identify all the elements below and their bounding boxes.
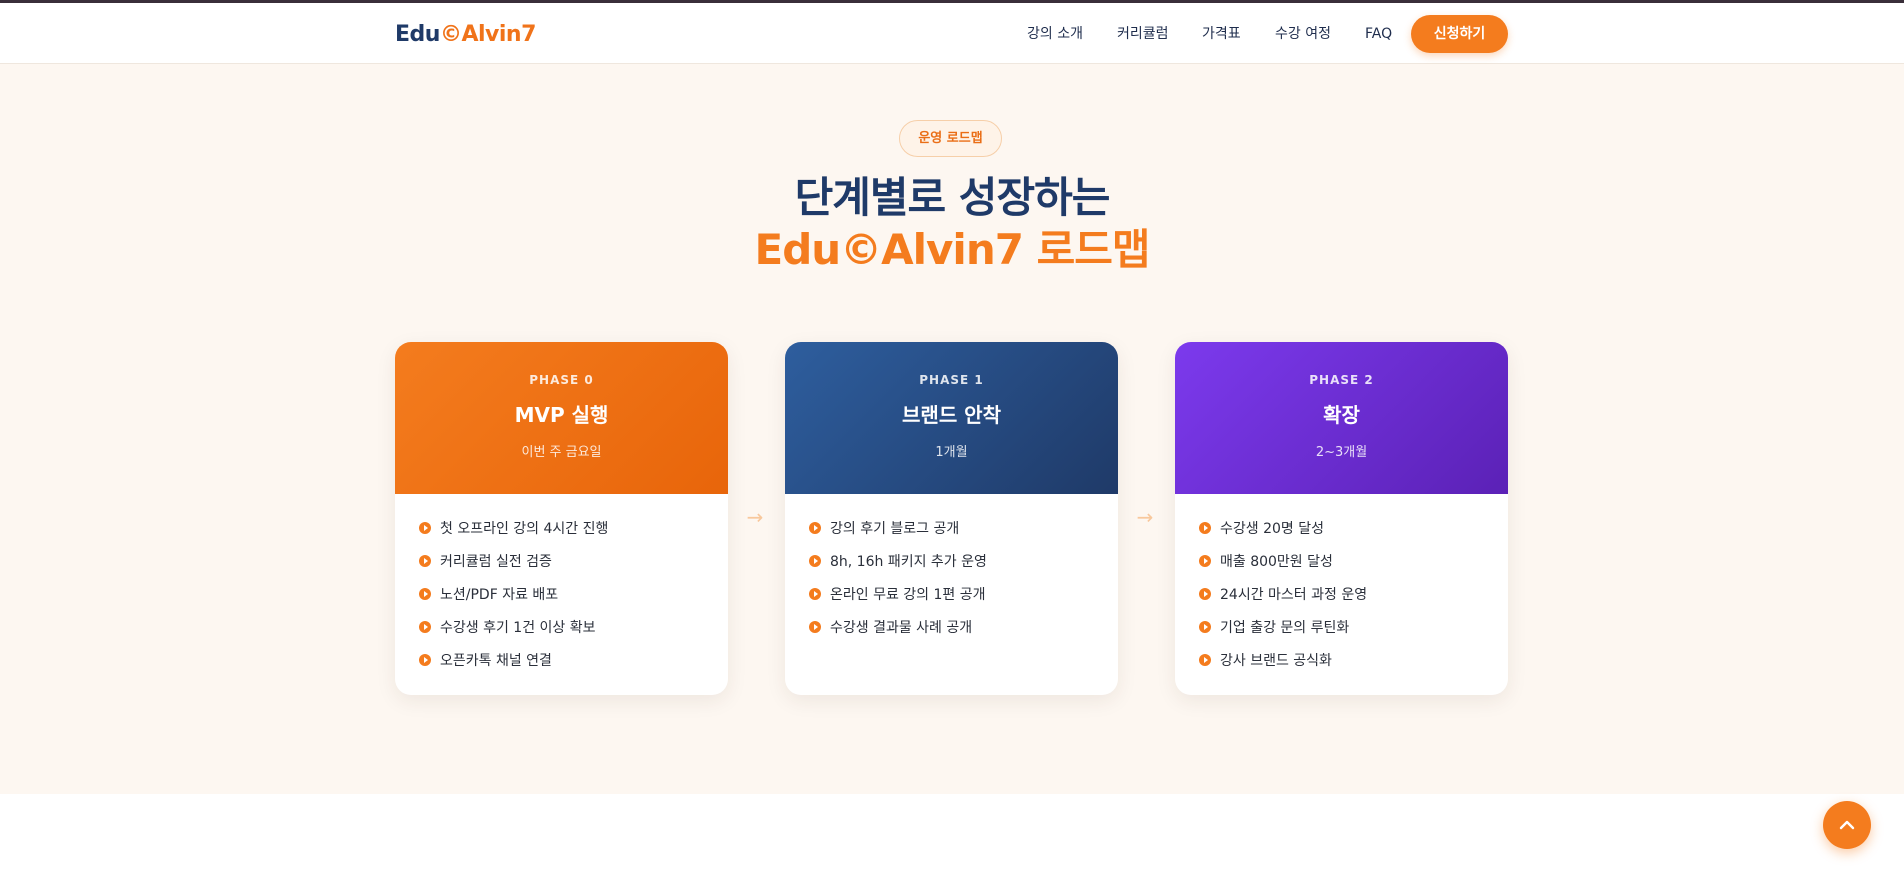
logo[interactable]: Edu©Alvin7 — [395, 21, 536, 49]
arrow-right-icon: → — [746, 505, 764, 529]
list-item-text: 강의 후기 블로그 공개 — [830, 521, 960, 537]
phase-label: PHASE 2 — [1309, 373, 1374, 387]
phase-name: 브랜드 안착 — [902, 403, 1001, 427]
play-circle-icon — [809, 555, 821, 567]
section-title-line2: Edu©Alvin7 로드맵 — [754, 225, 1151, 274]
list-item-text: 24시간 마스터 과정 운영 — [1220, 587, 1368, 603]
phase-label: PHASE 0 — [529, 373, 594, 387]
list-item-text: 첫 오프라인 강의 4시간 진행 — [440, 521, 609, 537]
list-item-text: 기업 출강 문의 루틴화 — [1220, 620, 1350, 636]
list-item-text: 수강생 20명 달성 — [1220, 521, 1324, 537]
chevron-up-icon — [1839, 820, 1855, 830]
list-item-text: 8h, 16h 패키지 추가 운영 — [830, 554, 987, 570]
scroll-to-top-button[interactable] — [1823, 801, 1871, 849]
phase-card-header: PHASE 0 MVP 실행 이번 주 금요일 — [395, 342, 728, 494]
phase-card-0: PHASE 0 MVP 실행 이번 주 금요일 첫 오프라인 강의 4시간 진행… — [395, 342, 728, 695]
play-circle-icon — [419, 522, 431, 534]
logo-text-edu: Edu — [395, 22, 440, 47]
list-item-text: 노션/PDF 자료 배포 — [440, 587, 559, 603]
list-item-text: 커리큘럼 실전 검증 — [440, 554, 552, 570]
phase-label: PHASE 1 — [919, 373, 984, 387]
play-circle-icon — [809, 522, 821, 534]
play-circle-icon — [809, 621, 821, 633]
phase-card-header: PHASE 1 브랜드 안착 1개월 — [785, 342, 1118, 494]
arrow-right-icon: → — [1136, 505, 1154, 529]
list-item-text: 오픈카톡 채널 연결 — [440, 653, 552, 669]
next-section — [0, 794, 1904, 877]
phase-name: MVP 실행 — [514, 403, 609, 427]
phase-card-header: PHASE 2 확장 2~3개월 — [1175, 342, 1508, 494]
phase-time: 2~3개월 — [1315, 445, 1368, 460]
list-item-text: 수강생 후기 1건 이상 확보 — [440, 620, 596, 636]
logo-text-alvin: ©Alvin7 — [439, 22, 536, 47]
nav-faq[interactable]: FAQ — [1365, 24, 1392, 44]
play-circle-icon — [419, 621, 431, 633]
nav-journey[interactable]: 수강 여정 — [1275, 24, 1331, 44]
play-circle-icon — [419, 654, 431, 666]
phase-time: 1개월 — [935, 445, 968, 460]
phase-time: 이번 주 금요일 — [521, 445, 602, 460]
apply-button[interactable]: 신청하기 — [1411, 15, 1508, 53]
play-circle-icon — [1199, 654, 1211, 666]
play-circle-icon — [809, 588, 821, 600]
nav-course-intro[interactable]: 강의 소개 — [1027, 24, 1083, 44]
play-circle-icon — [1199, 621, 1211, 633]
nav-pricing[interactable]: 가격표 — [1202, 24, 1241, 44]
site-header: Edu©Alvin7 강의 소개 커리큘럼 가격표 수강 여정 FAQ 신청하기 — [0, 3, 1904, 64]
play-circle-icon — [419, 555, 431, 567]
section-title-line1: 단계별로 성장하는 — [794, 173, 1111, 222]
play-circle-icon — [1199, 555, 1211, 567]
list-item-text: 수강생 결과물 사례 공개 — [830, 620, 973, 636]
play-circle-icon — [1199, 588, 1211, 600]
list-item-text: 온라인 무료 강의 1편 공개 — [830, 587, 986, 603]
phase-name: 확장 — [1323, 403, 1360, 427]
play-circle-icon — [1199, 522, 1211, 534]
list-item-text: 매출 800만원 달성 — [1220, 554, 1333, 570]
play-circle-icon — [419, 588, 431, 600]
list-item-text: 강사 브랜드 공식화 — [1220, 653, 1332, 669]
section-badge: 운영 로드맵 — [899, 120, 1002, 157]
nav-curriculum[interactable]: 커리큘럼 — [1117, 24, 1169, 44]
phase-card-1: PHASE 1 브랜드 안착 1개월 강의 후기 블로그 공개 8h, 16h … — [785, 342, 1118, 695]
phase-card-2: PHASE 2 확장 2~3개월 수강생 20명 달성 매출 800만원 달성 … — [1175, 342, 1508, 695]
